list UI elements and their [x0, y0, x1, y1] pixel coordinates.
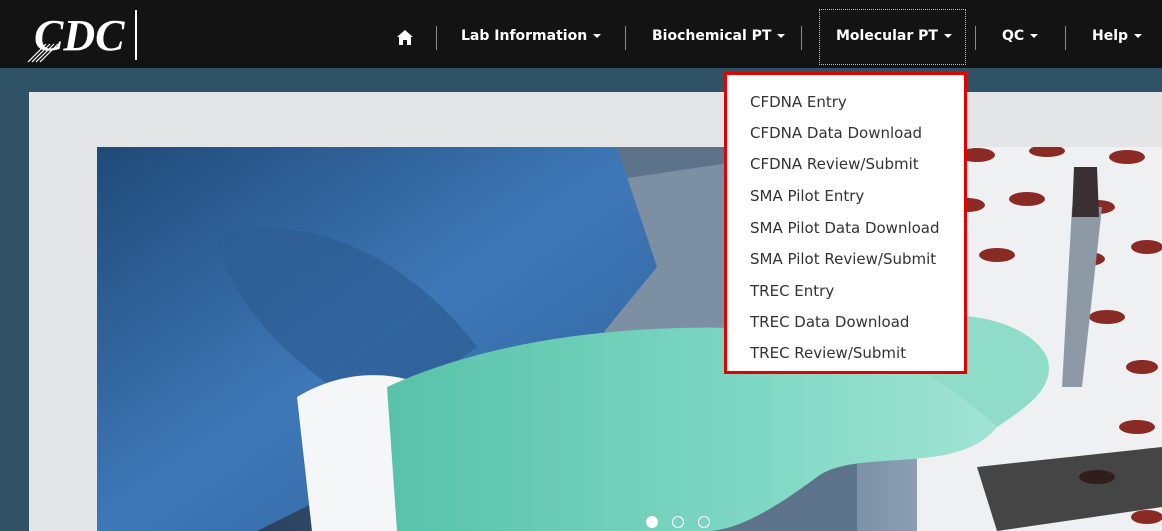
menu-item-cfdna-review-submit[interactable]: CFDNA Review/Submit — [750, 151, 919, 177]
nav-help[interactable]: Help — [1092, 18, 1143, 54]
logo-text: CDC — [34, 11, 125, 60]
caret-down-icon — [1030, 34, 1039, 38]
menu-item-trec-entry[interactable]: TREC Entry — [750, 278, 834, 304]
carousel-dot[interactable] — [672, 516, 684, 528]
caret-down-icon — [593, 34, 602, 38]
carousel-dot[interactable] — [698, 516, 710, 528]
nav-separator — [801, 26, 802, 50]
caret-down-icon — [943, 34, 952, 38]
menu-item-sma-pilot-data-download[interactable]: SMA Pilot Data Download — [750, 215, 940, 241]
nav-molecular-pt[interactable]: Molecular PT — [836, 18, 952, 54]
menu-item-cfdna-data-download[interactable]: CFDNA Data Download — [750, 120, 922, 146]
nav-help-label: Help — [1092, 28, 1129, 44]
nav-lab-information-label: Lab Information — [461, 28, 588, 44]
nav-biochemical-pt-label: Biochemical PT — [652, 28, 772, 44]
menu-item-trec-review-submit[interactable]: TREC Review/Submit — [750, 340, 906, 366]
hero-carousel-image — [97, 147, 1162, 531]
caret-down-icon — [1134, 34, 1143, 38]
menu-item-sma-pilot-entry[interactable]: SMA Pilot Entry — [750, 183, 864, 209]
nav-lab-information[interactable]: Lab Information — [461, 18, 602, 54]
caret-down-icon — [777, 34, 786, 38]
carousel-indicators — [646, 516, 726, 530]
nav-qc[interactable]: QC — [1002, 18, 1039, 54]
carousel-dot-active[interactable] — [646, 516, 658, 528]
menu-item-trec-data-download[interactable]: TREC Data Download — [750, 309, 909, 335]
nav-separator — [625, 26, 626, 50]
nav-molecular-pt-label: Molecular PT — [836, 28, 938, 44]
cdc-logo[interactable]: CDC — [24, 6, 142, 64]
menu-item-sma-pilot-review-submit[interactable]: SMA Pilot Review/Submit — [750, 246, 936, 272]
home-icon[interactable] — [396, 29, 414, 46]
menu-item-cfdna-entry[interactable]: CFDNA Entry — [750, 89, 847, 115]
top-navbar: CDC Lab Information Biochemical PT Molec… — [0, 0, 1162, 68]
nav-qc-label: QC — [1002, 28, 1025, 44]
nav-separator — [436, 26, 437, 50]
nav-separator — [1065, 26, 1066, 50]
nav-separator — [975, 26, 976, 50]
nav-biochemical-pt[interactable]: Biochemical PT — [652, 18, 786, 54]
molecular-pt-dropdown: CFDNA Entry CFDNA Data Download CFDNA Re… — [724, 72, 967, 374]
lab-photo-illustration — [97, 147, 1162, 531]
